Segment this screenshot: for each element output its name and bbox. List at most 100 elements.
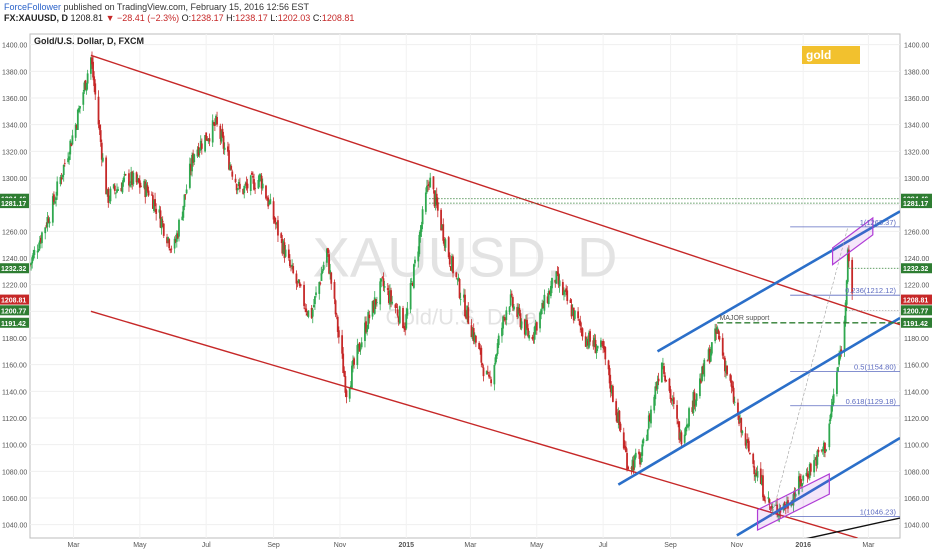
candle-body bbox=[113, 185, 116, 191]
candle-body bbox=[205, 132, 208, 141]
candle-body bbox=[501, 327, 503, 337]
price-chart[interactable]: 1040.00 1040.00 1060.00 1060.00 1080.00 1080.… bbox=[0, 26, 932, 550]
candle-body bbox=[551, 277, 553, 289]
candle-body bbox=[261, 183, 264, 189]
candle-body bbox=[243, 185, 246, 194]
candle-body bbox=[33, 250, 36, 255]
candle-body bbox=[444, 239, 447, 248]
y-tick-label-right: 1240.00 bbox=[904, 256, 929, 263]
candle-body bbox=[518, 307, 521, 313]
candle-body bbox=[341, 335, 344, 354]
candle-body bbox=[348, 388, 351, 399]
candle-body bbox=[230, 165, 233, 170]
candle-body bbox=[402, 307, 404, 328]
candle-body bbox=[837, 367, 839, 372]
candle-body bbox=[314, 296, 316, 305]
candle-body bbox=[330, 272, 333, 284]
candle-body bbox=[558, 280, 561, 287]
candle-body bbox=[396, 309, 399, 316]
candle-body bbox=[490, 379, 492, 384]
candle-body bbox=[109, 188, 112, 202]
candle-body bbox=[710, 342, 713, 354]
candle-body bbox=[668, 378, 671, 391]
candle-body bbox=[124, 174, 127, 176]
major-support-label: MAJOR support bbox=[719, 315, 769, 322]
candle-body bbox=[626, 453, 628, 470]
y-tick-label-right: 1340.00 bbox=[904, 123, 929, 130]
candle-body bbox=[406, 308, 409, 316]
candle-body bbox=[100, 142, 103, 160]
candle-body bbox=[508, 306, 511, 313]
candle-body bbox=[132, 172, 135, 185]
candle-body bbox=[184, 194, 187, 196]
y-tick-label-right: 1060.00 bbox=[904, 496, 929, 503]
y-tick-label-right: 1120.00 bbox=[904, 416, 929, 423]
candle-body bbox=[695, 393, 698, 401]
candle-body bbox=[513, 306, 515, 310]
candle-body bbox=[721, 337, 724, 356]
candle-body bbox=[426, 185, 428, 193]
candle-body bbox=[448, 255, 451, 265]
candle-body bbox=[740, 418, 743, 433]
x-tick-label: Nov bbox=[334, 542, 347, 549]
candle-body bbox=[273, 217, 276, 223]
candle-body bbox=[322, 265, 325, 270]
candle-body bbox=[178, 219, 180, 237]
candle-body bbox=[37, 248, 40, 252]
candle-body bbox=[573, 310, 576, 319]
candle-body bbox=[578, 319, 581, 321]
candle-body bbox=[458, 278, 461, 298]
candle-body bbox=[71, 135, 74, 145]
y-tick-label-right: 1140.00 bbox=[904, 389, 929, 396]
candle-body bbox=[82, 92, 85, 105]
x-tick-label: Jul bbox=[599, 542, 608, 549]
candle-body bbox=[566, 290, 569, 301]
candle-body bbox=[836, 372, 838, 394]
x-tick-label: Mar bbox=[67, 542, 80, 549]
candle-body bbox=[146, 185, 149, 191]
candle-body bbox=[208, 138, 211, 142]
y-tick-label-left: 1320.00 bbox=[2, 149, 27, 156]
candle-body bbox=[249, 175, 252, 191]
candle-body bbox=[663, 366, 665, 374]
candle-body bbox=[654, 386, 657, 400]
candle-body bbox=[830, 405, 833, 418]
candle-body bbox=[342, 353, 345, 374]
candle-body bbox=[221, 128, 224, 137]
candle-body bbox=[379, 281, 382, 305]
price-tag-right-text: 1200.77 bbox=[903, 308, 928, 315]
x-tick-label: Jul bbox=[202, 542, 211, 549]
candle-body bbox=[85, 82, 88, 91]
y-tick-label-left: 1040.00 bbox=[2, 523, 27, 530]
candle-body bbox=[97, 96, 100, 125]
candle-body bbox=[634, 452, 637, 458]
candle-body bbox=[55, 197, 57, 201]
candle-body bbox=[269, 199, 272, 204]
candle-body bbox=[688, 408, 690, 427]
candle-body bbox=[429, 177, 432, 188]
y-tick-label-left: 1140.00 bbox=[2, 389, 27, 396]
candle-body bbox=[60, 177, 63, 180]
author-link[interactable]: ForceFollower bbox=[4, 2, 61, 12]
candle-body bbox=[92, 61, 94, 78]
y-tick-label-left: 1360.00 bbox=[2, 96, 27, 103]
symbol-label: FX:XAUUSD, D bbox=[4, 13, 69, 23]
low-value: 1202.03 bbox=[277, 13, 311, 23]
candle-body bbox=[115, 192, 117, 194]
y-tick-label-left: 1160.00 bbox=[2, 363, 27, 370]
candle-body bbox=[284, 249, 287, 257]
candle-body bbox=[319, 282, 322, 284]
y-tick-label-right: 1040.00 bbox=[904, 523, 929, 530]
candle-body bbox=[703, 359, 706, 377]
candle-body bbox=[238, 183, 241, 189]
candle-body bbox=[595, 348, 598, 354]
candle-body bbox=[732, 387, 735, 403]
y-tick-label-left: 1080.00 bbox=[2, 469, 27, 476]
candle-body bbox=[625, 446, 627, 453]
candle-body bbox=[459, 298, 462, 300]
y-tick-label-left: 1120.00 bbox=[2, 416, 27, 423]
candle-body bbox=[844, 302, 847, 323]
candle-body bbox=[412, 264, 415, 288]
price-tag-left-text: 1281.17 bbox=[1, 201, 26, 208]
gold-badge-text: gold bbox=[806, 48, 831, 62]
